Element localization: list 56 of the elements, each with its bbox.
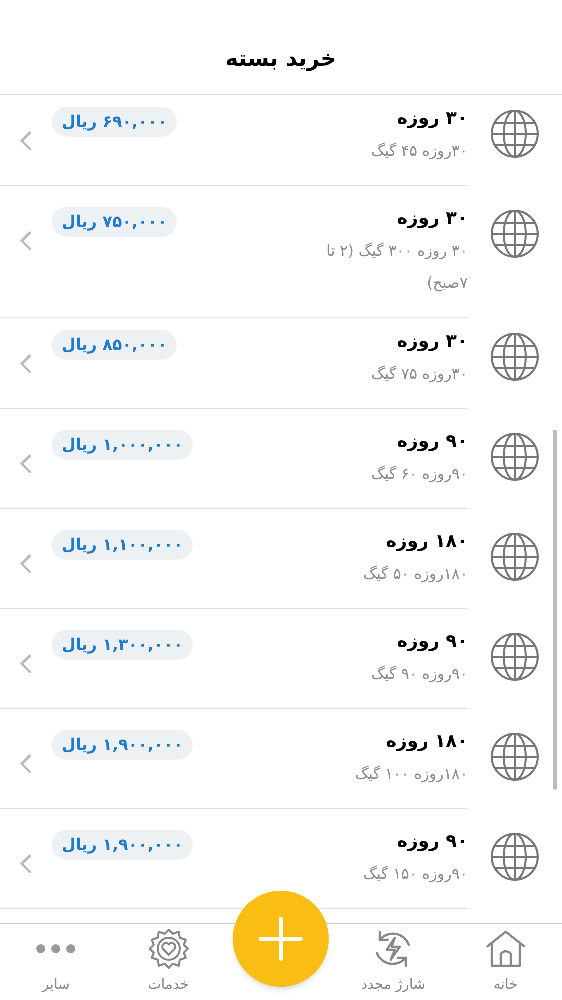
chevron-left-icon — [20, 354, 32, 374]
nav-tab[interactable]: شارژ مجدد — [337, 924, 450, 1000]
chevron-left-icon — [20, 654, 32, 674]
package-title: ۹۰ روزه — [396, 430, 468, 454]
page-title: خرید بسته — [225, 46, 337, 74]
package-item[interactable]: ۱۸۰ روزه ۱۸۰روزه ۵۰ گیگ ۱,۱۰۰,۰۰۰ ریال — [0, 518, 562, 618]
package-title: ۹۰ روزه — [396, 630, 468, 654]
chevron-left-icon — [20, 454, 32, 474]
chevron-left-icon — [20, 131, 32, 151]
package-title: ۳۰ روزه — [396, 207, 468, 231]
package-description: ۹۰روزه ۱۵۰ گیگ — [363, 864, 468, 885]
package-item[interactable]: ۳۰ روزه ۳۰روزه ۴۵ گیگ ۶۹۰,۰۰۰ ریال — [0, 95, 562, 195]
package-item[interactable]: ۳۰ روزه ۳۰روزه ۷۵ گیگ ۸۵۰,۰۰۰ ریال — [0, 318, 562, 418]
more-icon — [35, 943, 78, 955]
package-title: ۹۰ روزه — [396, 830, 468, 854]
price-tag: ۱,۱۰۰,۰۰۰ ریال — [52, 530, 194, 560]
package-description: ۳۰روزه ۴۵ گیگ — [372, 141, 468, 162]
package-title: ۱۸۰ روزه — [385, 530, 468, 554]
package-title: ۳۰ روزه — [396, 330, 468, 354]
globe-icon — [490, 209, 540, 259]
package-description: ۱۸۰روزه ۵۰ گیگ — [363, 564, 468, 585]
globe-icon — [490, 532, 540, 582]
nav-tab[interactable]: خدمات — [112, 924, 225, 1000]
globe-icon — [490, 432, 540, 482]
globe-icon — [490, 632, 540, 682]
nav-tab[interactable]: سایر — [0, 924, 112, 1000]
globe-icon — [490, 832, 540, 882]
globe-icon — [490, 732, 540, 782]
package-item[interactable]: ۳۰ روزه ۳۰ روزه ۳۰۰ گیگ (۲ تا ۷صبح) ۷۵۰,۰۰۰ ریال — [0, 195, 562, 318]
price-tag: ۶۹۰,۰۰۰ ریال — [52, 107, 178, 137]
package-description: ۳۰روزه ۷۵ گیگ — [372, 364, 468, 385]
price-tag: ۱,۳۰۰,۰۰۰ ریال — [52, 630, 194, 660]
price-tag: ۸۵۰,۰۰۰ ریال — [52, 330, 178, 360]
package-description: ۹۰روزه ۶۰ گیگ — [372, 464, 468, 485]
globe-icon — [490, 332, 540, 382]
package-description: ۳۰ روزه ۳۰۰ گیگ (۲ تا ۷صبح) — [326, 241, 468, 294]
chevron-left-icon — [20, 231, 32, 251]
chevron-left-icon — [20, 554, 32, 574]
services-icon — [148, 928, 190, 970]
price-tag: ۱,۹۰۰,۰۰۰ ریال — [52, 730, 194, 760]
package-item[interactable]: ۹۰ روزه ۹۰روزه ۶۰ گیگ ۱,۰۰۰,۰۰۰ ریال — [0, 418, 562, 518]
home-icon — [484, 930, 527, 968]
package-item[interactable]: ۹۰ روزه ۹۰روزه ۹۰ گیگ ۱,۳۰۰,۰۰۰ ریال — [0, 618, 562, 718]
chevron-left-icon — [20, 754, 32, 774]
price-tag: ۱,۰۰۰,۰۰۰ ریال — [52, 430, 194, 460]
package-title: ۱۸۰ روزه — [385, 730, 468, 754]
plus-icon — [258, 916, 304, 962]
package-description: ۱۸۰روزه ۱۰۰ گیگ — [355, 764, 468, 785]
globe-icon — [490, 109, 540, 159]
chevron-left-icon — [20, 854, 32, 874]
package-item[interactable]: ۱۸۰ روزه ۱۸۰روزه ۱۰۰ گیگ ۱,۹۰۰,۰۰۰ ریال — [0, 718, 562, 818]
price-tag: ۱,۹۰۰,۰۰۰ ریال — [52, 830, 194, 860]
nav-tab[interactable]: خانه — [450, 924, 562, 1000]
package-title: ۳۰ روزه — [396, 107, 468, 131]
price-tag: ۷۵۰,۰۰۰ ریال — [52, 207, 178, 237]
package-description: ۹۰روزه ۹۰ گیگ — [372, 664, 468, 685]
